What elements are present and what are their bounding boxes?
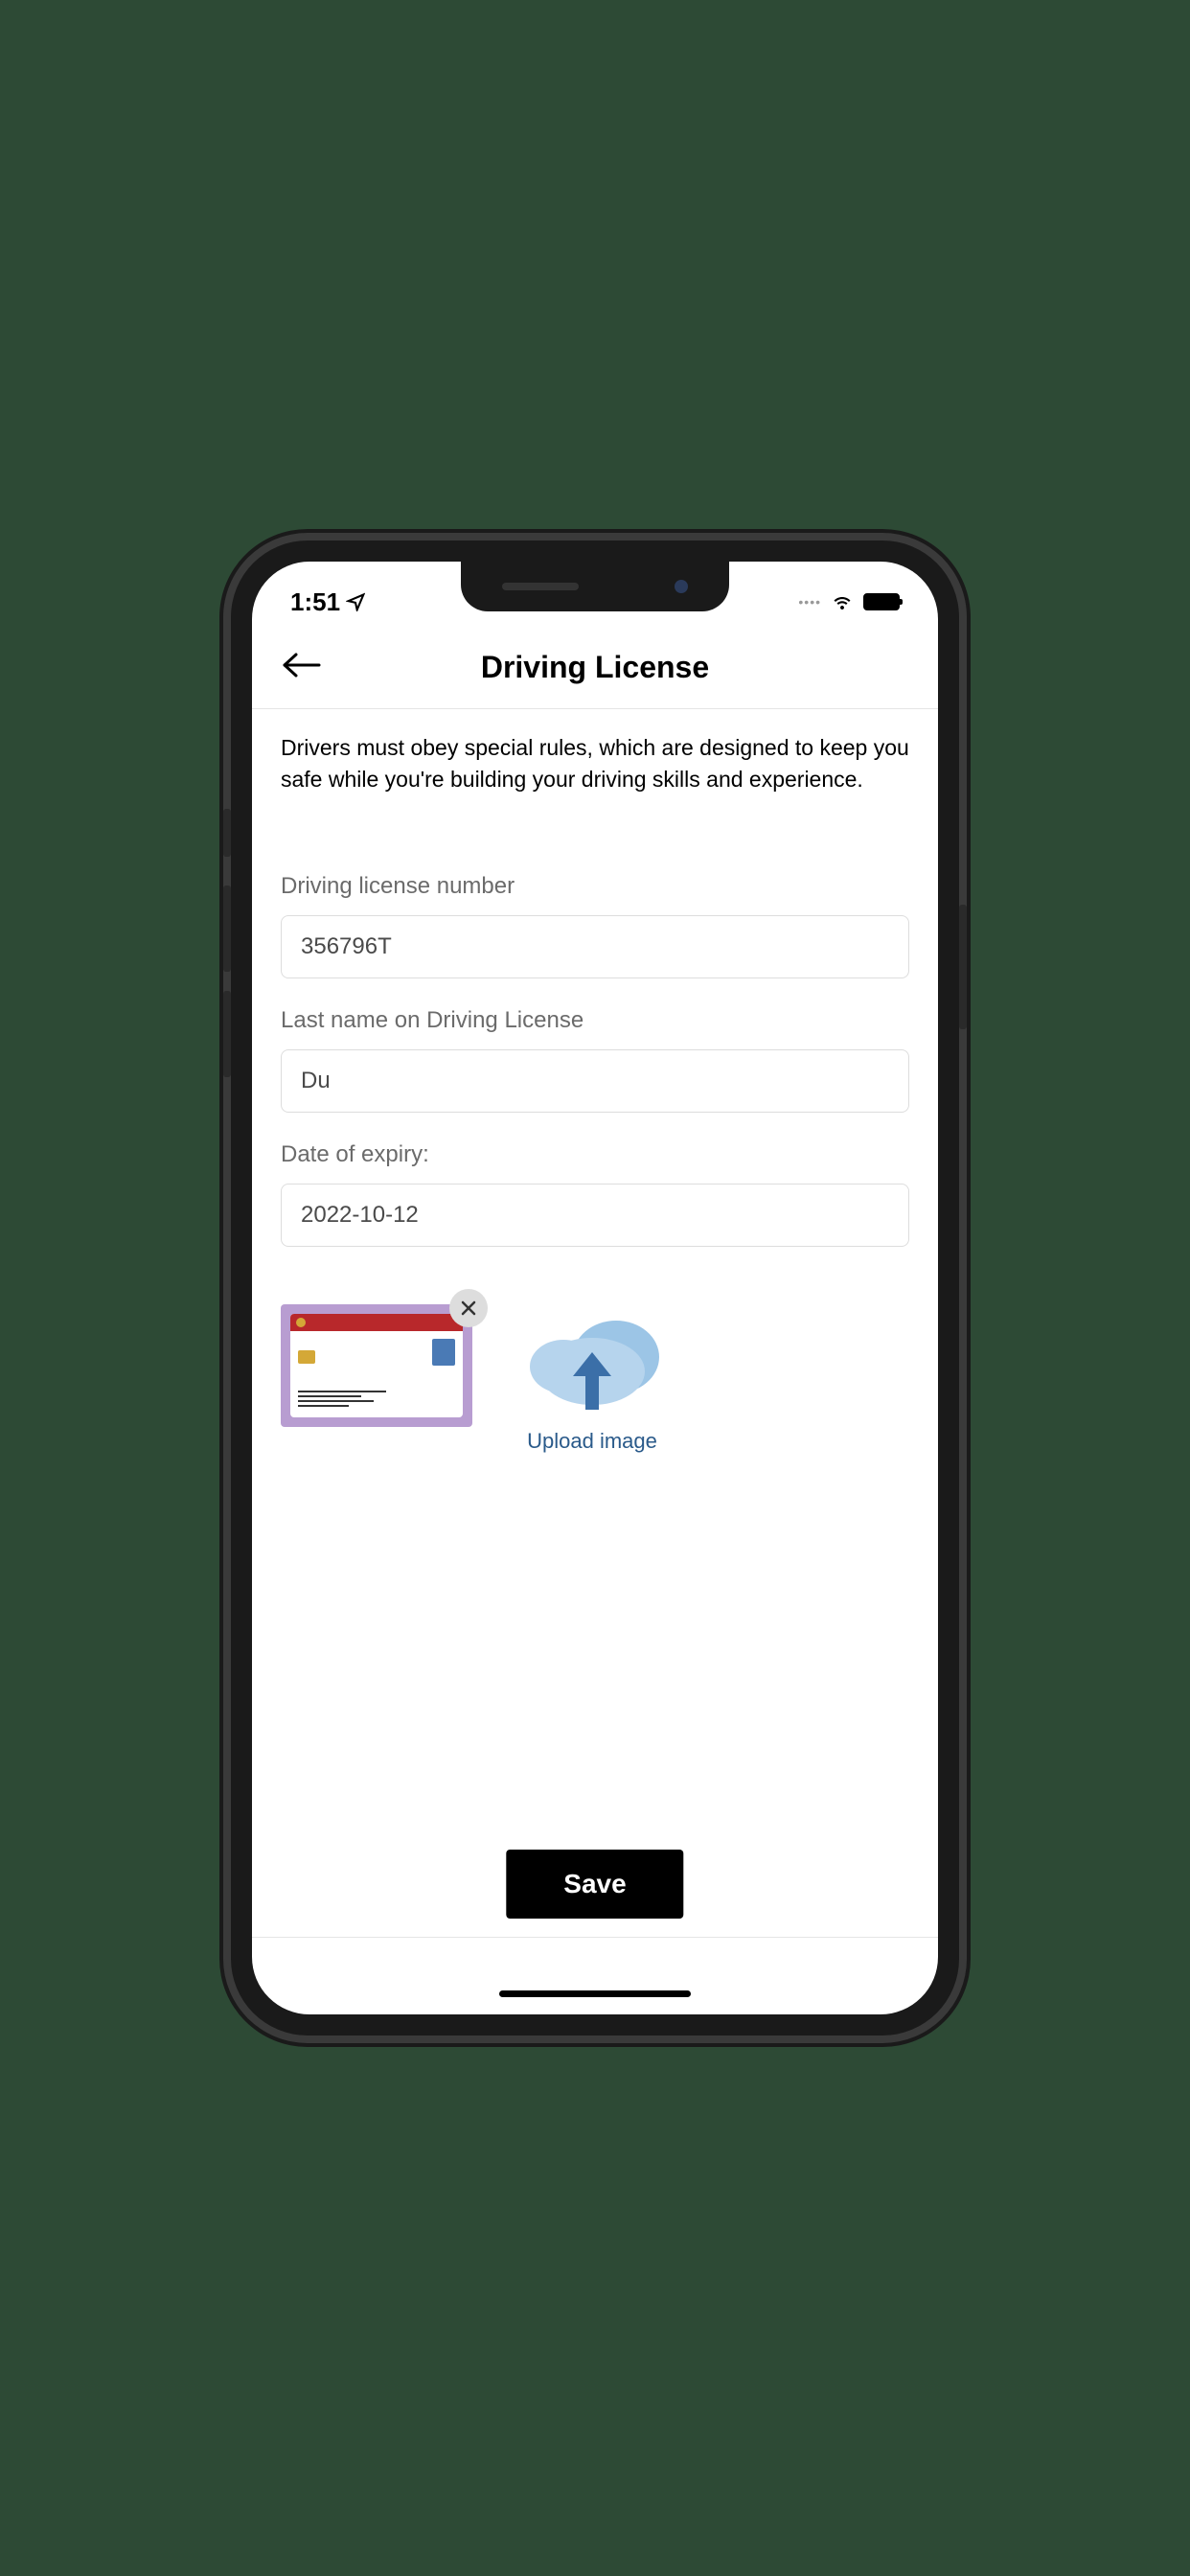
content: Drivers must obey special rules, which a… [252,709,938,1477]
last-name-input[interactable] [281,1049,909,1113]
speaker [502,583,579,590]
description-text: Drivers must obey special rules, which a… [281,732,909,796]
notch [461,562,729,611]
license-number-label: Driving license number [281,873,909,900]
upload-label: Upload image [527,1429,657,1454]
header: Driving License [252,631,938,709]
page-title: Driving License [281,650,909,685]
license-thumbnail[interactable] [281,1304,472,1427]
signal-dots: •••• [798,594,821,610]
license-card-graphic [290,1314,463,1417]
license-number-group: Driving license number [281,873,909,978]
expiry-input[interactable] [281,1184,909,1247]
close-icon [459,1299,478,1318]
status-time: 1:51 [290,587,340,617]
license-image [281,1304,472,1427]
phone-frame: 1:51 •••• Driving License [231,540,959,2036]
save-button[interactable]: Save [506,1850,683,1919]
back-button[interactable] [281,652,321,683]
upload-image-button[interactable]: Upload image [520,1304,664,1454]
last-name-group: Last name on Driving License [281,1007,909,1113]
side-button [223,991,231,1077]
side-button [223,809,231,857]
expiry-group: Date of expiry: [281,1141,909,1247]
wifi-icon [831,592,854,611]
cloud-upload-icon [520,1304,664,1419]
bottom-divider [252,1937,938,1938]
location-icon [346,592,365,611]
remove-image-button[interactable] [449,1289,488,1327]
license-number-input[interactable] [281,915,909,978]
expiry-label: Date of expiry: [281,1141,909,1168]
last-name-label: Last name on Driving License [281,1007,909,1034]
front-camera [675,580,688,593]
screen: 1:51 •••• Driving License [252,562,938,2014]
side-button [223,886,231,972]
image-row: Upload image [281,1304,909,1454]
back-arrow-icon [281,652,321,678]
home-indicator[interactable] [499,1990,691,1997]
battery-icon [863,593,900,610]
side-button [959,905,967,1029]
